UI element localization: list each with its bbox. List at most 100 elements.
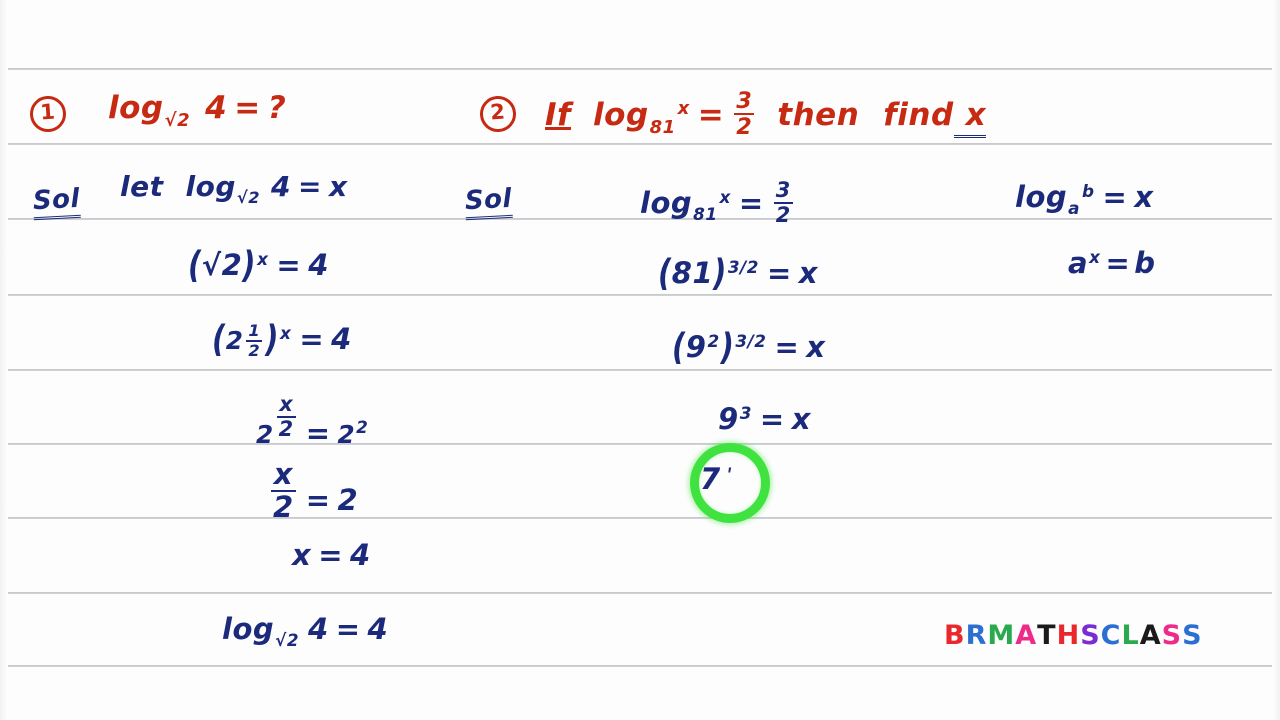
open-paren: ( xyxy=(658,251,672,295)
base-nine: 9 xyxy=(718,402,739,436)
problem-2-solution-label: Sol xyxy=(464,183,513,221)
partial-digit: 7 xyxy=(700,462,721,496)
rule-line xyxy=(8,369,1272,371)
problem-1-step-2: (√2)x = 4 xyxy=(188,244,329,287)
equals-sign: = xyxy=(766,256,792,290)
exponent-x: x xyxy=(279,322,292,343)
value-b: b xyxy=(1134,246,1156,280)
problem-1-step-5: x 2 = 2 xyxy=(268,460,358,522)
variable-x: x xyxy=(806,330,826,364)
logo-letter-10: S xyxy=(1161,620,1183,651)
base-nine: 9 xyxy=(685,330,707,364)
logo-letter-3: A xyxy=(1015,620,1038,651)
problem-2-step-1: log81x = 3 2 xyxy=(640,180,796,226)
logo-letter-6: S xyxy=(1080,620,1101,651)
if-keyword: If xyxy=(545,96,572,133)
open-paren: ( xyxy=(672,325,686,369)
let-keyword: let xyxy=(120,170,164,203)
log-base: √2 xyxy=(236,187,260,207)
fraction-x-over-2: x2 xyxy=(271,457,296,524)
equals-sign: = xyxy=(774,330,800,364)
problem-2-step-2: (81)3/2 = x xyxy=(658,252,818,295)
logo-letter-7: C xyxy=(1100,620,1122,651)
exponent-three-halves: 3/2 xyxy=(735,330,767,351)
equals-sign: = xyxy=(697,96,725,133)
notebook-page: 1 log√2 4 =? Sol let log√2 4 = x (√2)x = 4 (2 1 2)… xyxy=(0,0,1280,720)
open-paren: ( xyxy=(188,243,202,287)
formula-reference-line-1: logab = x xyxy=(1015,180,1154,218)
equals-sign: = xyxy=(305,482,331,517)
value-eightyone: 81 xyxy=(671,256,714,290)
fraction-three-halves: 32 xyxy=(734,88,755,141)
open-paren: ( xyxy=(212,317,226,361)
variable-x: x xyxy=(791,402,811,436)
close-paren: ) xyxy=(242,243,257,287)
rule-line xyxy=(8,665,1272,667)
page-edge-left xyxy=(0,0,6,720)
equals-sign: = xyxy=(318,538,344,572)
equals-sign: = xyxy=(305,416,331,451)
variable-x: x xyxy=(798,256,818,290)
logo-letter-2: M xyxy=(987,620,1016,651)
value-four: 4 xyxy=(308,248,329,282)
logo-letter-8: L xyxy=(1121,620,1140,651)
log-keyword: log xyxy=(1015,180,1068,214)
exponent-three-halves: 3/2 xyxy=(727,256,759,277)
equals-sign: = xyxy=(299,322,325,356)
close-paren: ) xyxy=(713,251,727,295)
log-base: 81 xyxy=(649,116,676,138)
log-keyword: log xyxy=(108,90,164,126)
logo-letter-5: H xyxy=(1056,620,1081,651)
equals-sign: = xyxy=(276,248,302,282)
logo-letter-9: A xyxy=(1139,620,1162,651)
equals-sign: = xyxy=(234,90,261,126)
log-base: √2 xyxy=(164,109,191,131)
log-base: √2 xyxy=(275,630,300,651)
rule-line xyxy=(8,592,1272,594)
problem-1-solution-label: Sol xyxy=(32,183,81,221)
close-paren: ) xyxy=(720,325,735,369)
equals-sign: = xyxy=(335,612,361,646)
log-keyword: log xyxy=(640,186,693,221)
log-base-a: a xyxy=(1068,198,1080,219)
exponent-x: x xyxy=(257,248,269,269)
find-keyword: find xyxy=(883,96,954,133)
problem-1-final-answer: log√2 4 = 4 xyxy=(222,612,388,650)
exponent-one-half: 12 xyxy=(246,320,263,360)
problem-1-statement: log√2 4 =? xyxy=(108,90,286,131)
log-keyword: log xyxy=(185,170,236,203)
log-argument: 4 xyxy=(308,612,329,646)
log-argument: 4 xyxy=(271,170,291,203)
value-four: 4 xyxy=(331,322,352,356)
problem-1-number-badge: 1 xyxy=(28,92,68,134)
base-two: 2 xyxy=(337,420,356,450)
logo-letter-4: T xyxy=(1037,620,1057,651)
variable-x: x xyxy=(328,170,348,203)
log-argument: x xyxy=(719,186,731,207)
page-edge-right xyxy=(1274,0,1280,720)
log-keyword: log xyxy=(222,612,275,646)
problem-2-step-5-partial-answer: 7ʹ xyxy=(700,462,733,496)
question-mark: ? xyxy=(267,90,287,126)
base-a: a xyxy=(1068,246,1089,280)
problem-2-statement: If log81x = 3 2 then find x xyxy=(545,88,987,141)
exponent-x: x xyxy=(1089,246,1101,267)
log-argument-b: b xyxy=(1081,180,1095,201)
problem-1-step-6: x = 4 xyxy=(292,538,371,572)
answer-value: 4 xyxy=(367,612,389,646)
result-x: x xyxy=(1134,180,1154,214)
unknown-x: x xyxy=(953,97,987,138)
rule-line xyxy=(8,443,1272,445)
equals-sign: = xyxy=(759,402,785,436)
rule-line xyxy=(8,517,1272,519)
value-two: 2 xyxy=(337,482,359,517)
problem-1-step-4: 2 x 2 = 22 xyxy=(256,394,369,451)
close-paren: ) xyxy=(265,317,279,361)
exponent-two: 2 xyxy=(707,330,720,351)
log-argument: x xyxy=(677,97,690,119)
problem-1-step-1: let log√2 4 = x xyxy=(120,170,348,207)
log-argument: 4 xyxy=(205,90,228,126)
equals-sign: = xyxy=(1102,180,1128,214)
problem-2-step-3: (92)3/2 = x xyxy=(672,326,826,369)
equals-sign: = xyxy=(1105,246,1131,280)
